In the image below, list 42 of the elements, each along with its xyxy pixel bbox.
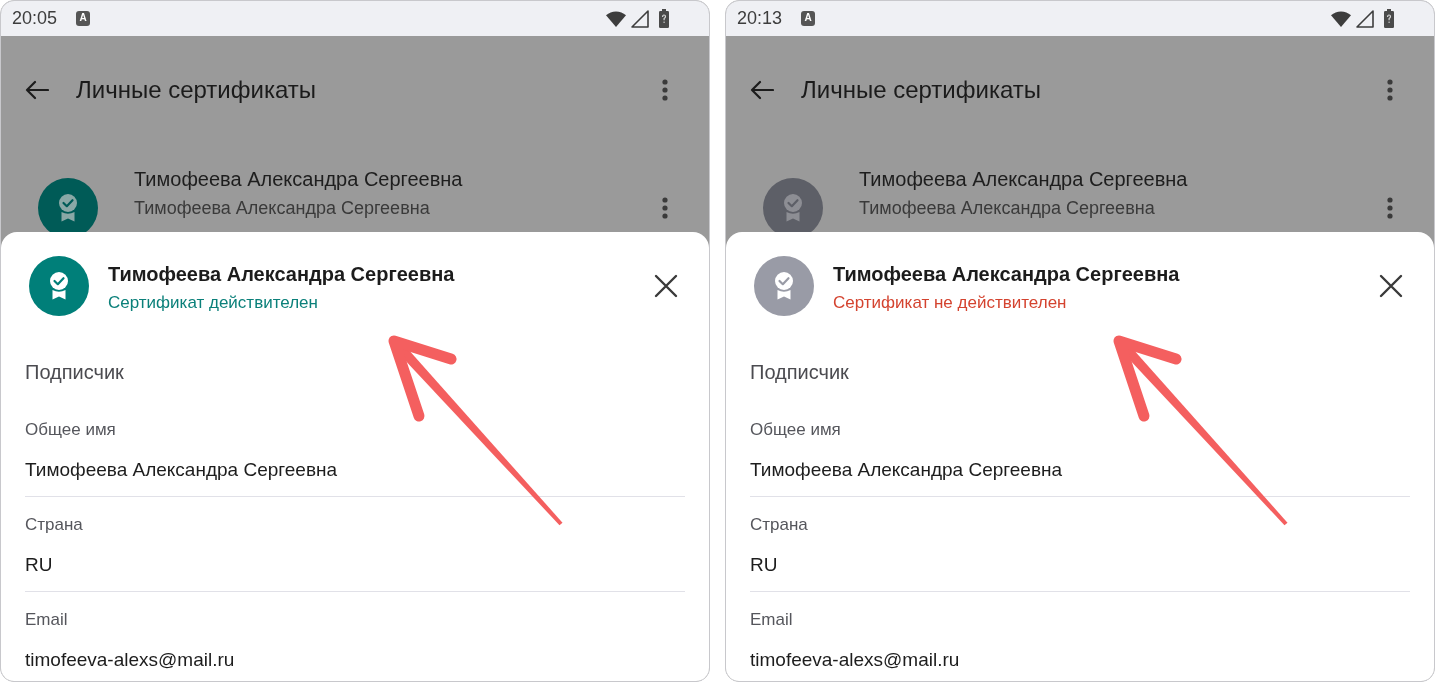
screen-title: Личные сертификаты — [801, 76, 1041, 104]
more-options-icon[interactable] — [1387, 197, 1393, 219]
notification-badge: A — [76, 11, 91, 26]
certificate-subtitle: Тимофеева Александра Сергеевна — [134, 197, 431, 220]
close-icon[interactable] — [1379, 274, 1403, 298]
field-value: Тимофеева Александра Сергеевна — [25, 458, 339, 482]
back-arrow-icon[interactable] — [750, 80, 774, 100]
wifi-icon — [1331, 10, 1351, 27]
screen-title: Личные сертификаты — [76, 76, 316, 104]
field-label: Страна — [750, 514, 809, 536]
more-options-icon[interactable] — [662, 197, 668, 219]
signal-icon — [631, 9, 649, 28]
field-label: Страна — [25, 514, 84, 536]
status-time: 20:05 — [12, 8, 58, 29]
field-value: timofeeva-alexs@mail.ru — [750, 648, 961, 672]
battery-icon — [1384, 9, 1394, 28]
field-value: timofeeva-alexs@mail.ru — [25, 648, 236, 672]
field-value: RU — [25, 553, 54, 577]
certificate-title: Тимофеева Александра Сергеевна — [134, 167, 463, 192]
wifi-icon — [606, 10, 626, 27]
field-value: RU — [750, 553, 779, 577]
certificate-title: Тимофеева Александра Сергеевна — [859, 167, 1188, 192]
battery-icon — [659, 9, 669, 28]
certificate-subtitle: Тимофеева Александра Сергеевна — [859, 197, 1156, 220]
certificate-status: Сертификат не действителен — [833, 292, 1068, 314]
field-label: Email — [750, 609, 794, 631]
field-label: Email — [25, 609, 69, 631]
certificate-owner-name: Тимофеева Александра Сергеевна — [108, 262, 455, 287]
field-value: Тимофеева Александра Сергеевна — [750, 458, 1064, 482]
certificate-status: Сертификат действителен — [108, 292, 319, 314]
field-label: Общее имя — [25, 419, 117, 441]
back-arrow-icon[interactable] — [25, 80, 49, 100]
certificate-owner-name: Тимофеева Александра Сергеевна — [833, 262, 1180, 287]
section-heading: Подписчик — [750, 360, 850, 384]
field-label: Общее имя — [750, 419, 842, 441]
section-heading: Подписчик — [25, 360, 125, 384]
signal-icon — [1356, 9, 1374, 28]
notification-badge: A — [801, 11, 816, 26]
more-options-icon[interactable] — [662, 79, 668, 101]
status-time: 20:13 — [737, 8, 783, 29]
close-icon[interactable] — [654, 274, 678, 298]
more-options-icon[interactable] — [1387, 79, 1393, 101]
